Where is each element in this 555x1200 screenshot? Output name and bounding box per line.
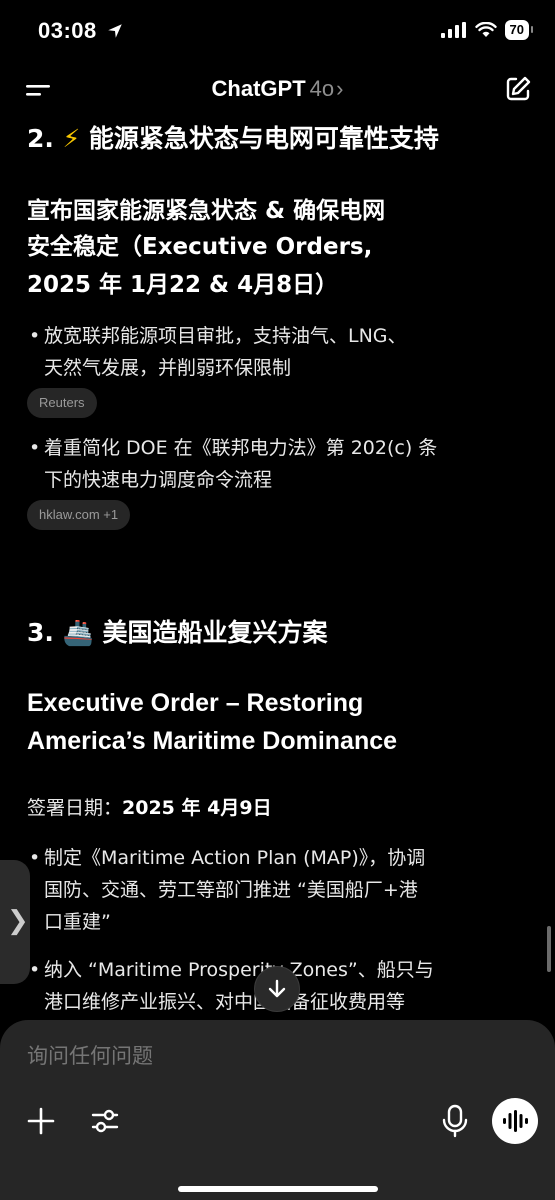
scroll-to-bottom-button[interactable] [254,966,300,1012]
battery-indicator: 70 [504,20,534,40]
new-chat-icon[interactable] [503,74,533,104]
subheading-line: America’s Maritime Dominance [27,727,398,755]
voice-waveform-icon [503,1110,528,1132]
subheading-line: 安全稳定（Executive Orders, [27,234,373,260]
sign-date-value: 2025 年 4月9日 [122,797,272,819]
sign-date-label: 签署日期： [27,797,123,819]
microphone-icon[interactable] [441,1104,469,1138]
section-title: 能源紧急状态与电网可靠性支持 [88,124,439,153]
source-chip[interactable]: Reuters [27,388,97,418]
list-item-text: 着重简化 DOE 在《联邦电力法》第 202(c) 条 [44,437,438,459]
section-number: 3. [27,618,54,647]
arrow-down-icon [268,979,286,998]
sliders-icon[interactable] [90,1106,120,1136]
voice-mode-button[interactable] [492,1098,538,1144]
scrollbar[interactable] [547,926,551,972]
home-indicator [178,1186,378,1192]
side-panel-tab[interactable]: ❯ [0,860,30,984]
prompt-input[interactable] [27,1044,507,1068]
chevron-right-icon: ❯ [7,906,29,936]
section-title: 美国造船业复兴方案 [102,618,328,647]
chevron-right-icon: › [336,76,344,101]
list-item-text: 制定《Maritime Action Plan (MAP)》，协调 [44,847,426,869]
list-item-text: 港口维修产业振兴、对中国设备征收费用等 [44,991,406,1013]
location-arrow-icon [108,24,122,38]
list-item-text: 纳入 “Maritime Prosperity Zones”、船只与 [44,959,434,981]
list-item-text: 天然气发展，并削弱环保限制 [44,357,292,379]
subheading-line: Executive Order – Restoring [27,689,364,717]
list-item-text: 放宽联邦能源项目审批，支持油气、LNG、 [44,325,407,347]
status-bar: 03:08 70 [0,0,555,64]
section-number: 2. [27,124,54,153]
status-time: 03:08 [38,18,97,43]
composer [0,1020,555,1200]
list-item-text: 下的快速电力调度命令流程 [44,469,273,491]
list-item-text: 口重建” [44,911,111,933]
model-name: 4o [309,76,335,101]
sign-date: 签署日期：2025 年 4月9日 [27,792,272,824]
app-title: ChatGPT [211,76,306,101]
cellular-signal-icon [440,22,466,38]
nav-bar: ChatGPT 4o› [0,64,555,116]
subheading-line: 宣布国家能源紧急状态 & 确保电网 [27,198,386,224]
subheading-line: 2025 年 1月22 & 4月8日） [27,272,339,298]
lightning-icon: ⚡ [62,124,81,153]
wifi-icon [474,22,497,37]
status-icons: 70 [440,20,534,40]
source-chip[interactable]: hklaw.com +1 [27,500,131,530]
section-heading: 2. ⚡ 能源紧急状态与电网可靠性支持 [27,122,439,156]
ship-icon: 🚢 [62,618,94,647]
plus-icon[interactable] [26,1106,56,1136]
model-selector[interactable]: ChatGPT 4o› [0,76,555,102]
list-item-text: 国防、交通、劳工等部门推进 “美国船厂+港 [44,879,418,901]
section-heading: 3. 🚢 美国造船业复兴方案 [27,616,328,650]
chat-content[interactable]: 2. ⚡ 能源紧急状态与电网可靠性支持 宣布国家能源紧急状态 & 确保电网 安全… [0,116,555,1020]
